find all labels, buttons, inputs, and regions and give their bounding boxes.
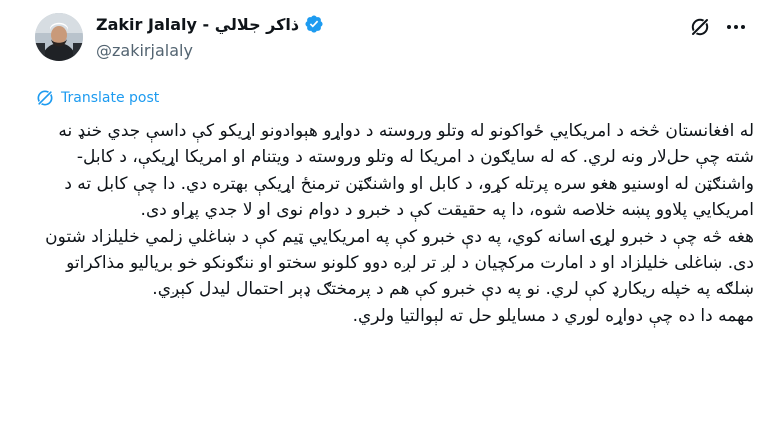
author-handle[interactable]: @zakirjalaly <box>96 41 193 60</box>
avatar[interactable] <box>35 13 83 61</box>
post-paragraph: له افغانستان څخه د امریکايي ځواکونو له و… <box>58 121 754 221</box>
author-name-row: Zakir Jalaly - ذاکر جلالي <box>96 14 324 34</box>
translate-post-button[interactable]: Translate post <box>35 88 159 108</box>
author-display-name[interactable]: Zakir Jalaly - ذاکر جلالي <box>96 15 299 34</box>
post-text: له افغانستان څخه د امریکايي ځواکونو له و… <box>30 118 754 329</box>
translate-post-label: Translate post <box>61 90 160 106</box>
translate-icon <box>37 90 53 106</box>
avatar-image <box>35 13 83 61</box>
post-header: Zakir Jalaly - ذاکر جلالي @zakirjalaly <box>0 0 767 80</box>
post-paragraph: مهمه دا ده چې دواړه لوري د مسایلو حل ته … <box>352 305 754 326</box>
more-options-icon[interactable] <box>718 15 754 39</box>
verified-badge-icon <box>305 15 323 33</box>
grok-icon[interactable] <box>688 15 712 39</box>
post-paragraph: هغه څه چې د خبرو لړۍ اسانه کوي، په دې خب… <box>45 226 754 300</box>
